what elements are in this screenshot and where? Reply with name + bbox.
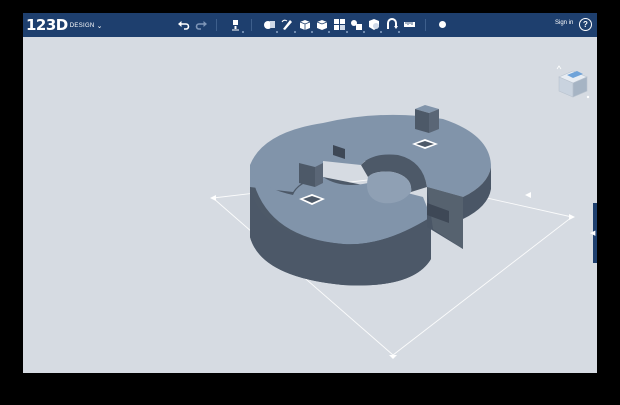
app-menu-button[interactable]: 123D DESIGN ⌄ — [26, 15, 102, 35]
modify-icon[interactable] — [315, 18, 330, 33]
right-panel-toggle[interactable]: ◀ — [590, 203, 597, 263]
undo-icon[interactable] — [177, 18, 190, 31]
dropdown-indicator — [328, 31, 330, 33]
transform-icon[interactable] — [229, 18, 244, 33]
toolbar-divider — [425, 19, 426, 31]
primitives-icon[interactable] — [263, 18, 278, 33]
toolbar-divider — [216, 19, 217, 31]
help-icon: ? — [583, 20, 588, 29]
chevron-left-icon: ◀ — [590, 230, 596, 237]
construct-icon[interactable] — [298, 18, 313, 33]
grouping-icon[interactable] — [350, 18, 365, 33]
dropdown-indicator — [346, 31, 348, 33]
dropdown-indicator — [398, 31, 400, 33]
chevron-down-icon: ⌄ — [96, 22, 103, 30]
dropdown-indicator — [363, 31, 365, 33]
measure-icon[interactable] — [403, 18, 416, 31]
toolbar-divider — [251, 19, 252, 31]
combine-icon[interactable] — [367, 18, 382, 33]
dropdown-indicator — [276, 31, 278, 33]
split-ring-model[interactable] — [250, 114, 491, 286]
sign-in-link[interactable]: Sign in — [555, 20, 573, 26]
dropdown-indicator — [294, 31, 296, 33]
3d-viewport[interactable]: ◀ — [23, 37, 597, 373]
app-logo-subtitle: DESIGN — [69, 23, 95, 29]
help-button[interactable]: ? — [579, 18, 592, 31]
dropdown-indicator — [242, 31, 244, 33]
dropdown-indicator — [311, 31, 313, 33]
app-logo: 123D — [26, 16, 68, 34]
scene-canvas — [210, 105, 575, 359]
material-icon[interactable] — [436, 18, 449, 31]
snap-icon[interactable] — [385, 18, 400, 33]
dropdown-indicator — [380, 31, 382, 33]
pattern-icon[interactable] — [333, 18, 348, 33]
peg-left[interactable] — [299, 159, 325, 205]
top-toolbar: 123D DESIGN ⌄ Sign in ? — [23, 13, 597, 37]
sketch-icon[interactable] — [281, 18, 296, 33]
view-cube[interactable] — [555, 65, 591, 103]
redo-icon[interactable] — [195, 18, 208, 31]
app-window: 123D DESIGN ⌄ Sign in ? ◀ — [23, 13, 597, 373]
